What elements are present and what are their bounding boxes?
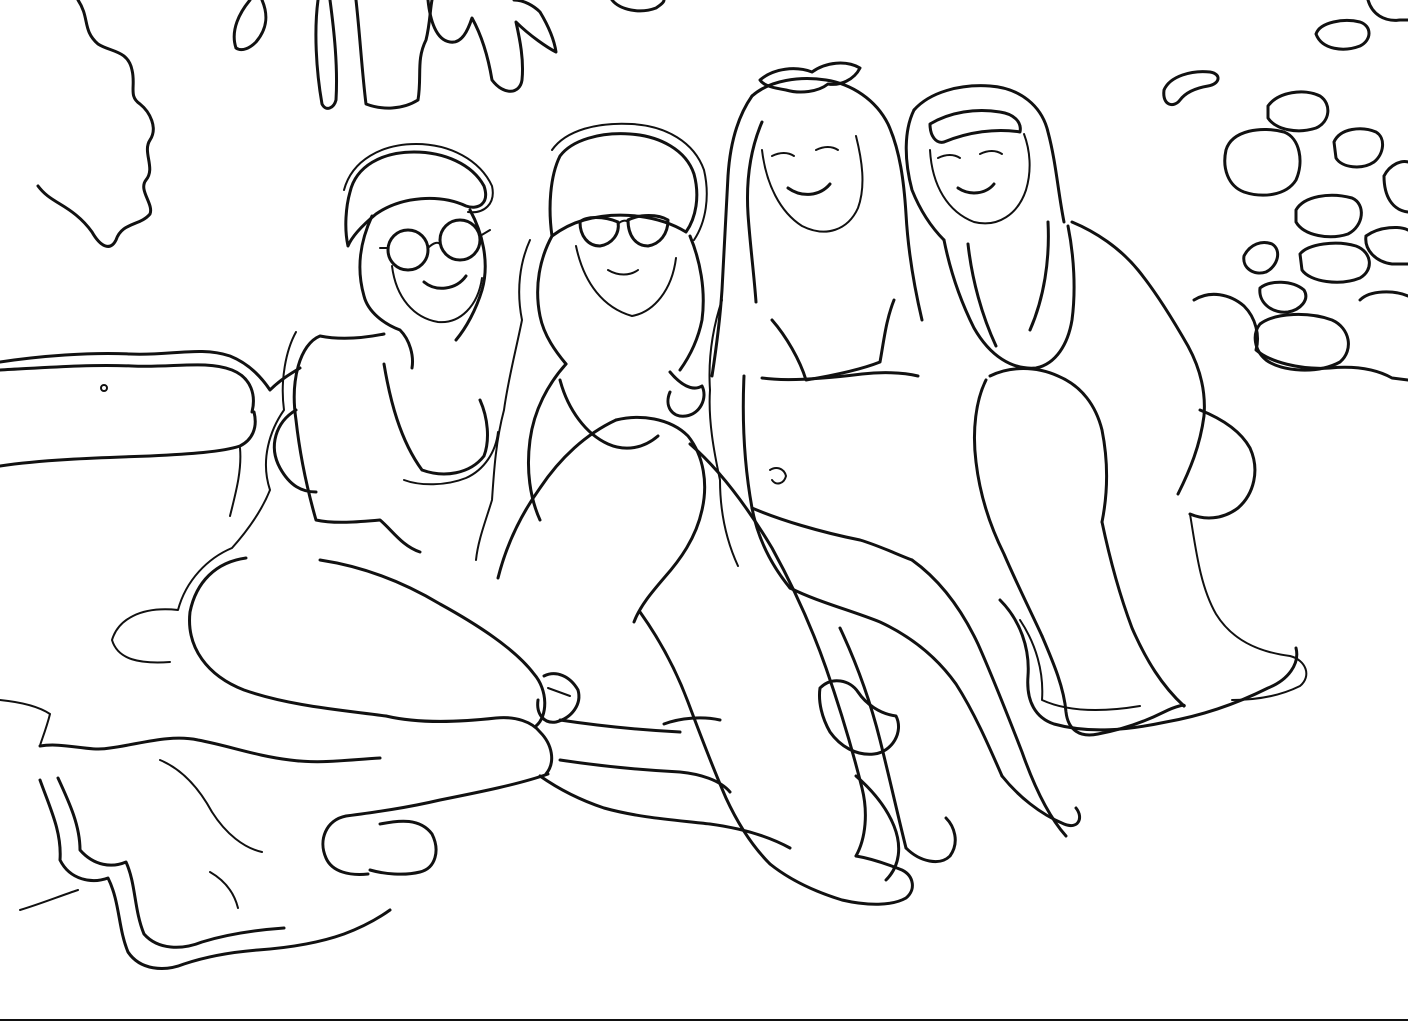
person-4-eye-right xyxy=(979,150,1003,155)
person-1-swimsuit xyxy=(382,362,489,476)
person-4-torso xyxy=(942,224,1076,370)
person-3-hair-inner xyxy=(746,120,764,304)
towel-left xyxy=(38,736,382,764)
trunk-5 xyxy=(610,0,666,13)
trunk-2 xyxy=(314,0,339,110)
person-3-eye-right xyxy=(815,146,839,151)
person-2-ankle-band xyxy=(662,716,722,726)
person-3-eye-left xyxy=(771,152,795,157)
person-3-face xyxy=(761,135,864,233)
person-1-foot xyxy=(368,819,438,876)
towel-fold-2 xyxy=(209,871,239,909)
foliage-right-edge xyxy=(1366,0,1408,22)
stone-1 xyxy=(1314,19,1371,51)
stone-13 xyxy=(1358,290,1408,302)
person-4-swimsuit-strap xyxy=(966,220,1050,348)
person-1-smile xyxy=(422,274,468,290)
person-1-torso xyxy=(292,332,422,554)
sunglasses-bridge xyxy=(617,219,629,225)
rock-crack xyxy=(229,447,242,517)
towel-center-lower xyxy=(538,774,792,850)
person-1-leg-top xyxy=(318,558,547,728)
person-2-shin-inner xyxy=(638,610,772,866)
person-3-feet xyxy=(904,774,1081,864)
rock-ledge-left-inner xyxy=(0,363,255,414)
person-3-bikini-top xyxy=(770,298,896,382)
trunk-1 xyxy=(232,0,268,52)
towel-edge-left xyxy=(0,699,79,911)
person-4-foot xyxy=(1040,634,1186,737)
person-3-hair-left xyxy=(710,94,754,378)
towel-right-inner xyxy=(1019,619,1141,711)
line-art-illustration xyxy=(0,0,1408,1021)
coloring-page xyxy=(0,0,1408,1024)
stone-5 xyxy=(1332,127,1384,169)
round-glasses-left-lens xyxy=(386,228,430,272)
sunglasses-lens-left xyxy=(578,216,620,248)
trunk-3 xyxy=(354,0,434,110)
person-2-hair-left xyxy=(536,234,568,366)
person-1-hat-halo xyxy=(343,143,494,214)
towel-right xyxy=(998,598,1299,732)
stone-11 xyxy=(1364,226,1408,266)
stone-9 xyxy=(1298,241,1371,284)
person-1-leg-upper xyxy=(188,556,388,718)
person-4-smile xyxy=(956,182,996,195)
stone-3 xyxy=(1266,90,1330,133)
person-1-hair-right xyxy=(454,208,487,342)
round-glasses-right-lens xyxy=(438,218,482,262)
person-4-headband xyxy=(928,109,1022,144)
person-4-knee xyxy=(988,367,1108,524)
trunk-4 xyxy=(426,0,558,93)
person-1-sandal-strap xyxy=(547,687,571,697)
person-3-smile xyxy=(786,182,832,196)
person-4-eye-left xyxy=(937,154,961,159)
person-3-halo xyxy=(708,299,739,567)
stone-7 xyxy=(1294,193,1363,239)
person-2-face xyxy=(575,245,677,317)
person-2-arm xyxy=(666,370,706,418)
person-4-back xyxy=(1070,220,1206,496)
stone-4 xyxy=(1223,128,1302,197)
person-1-knee xyxy=(384,714,554,776)
person-2-hair-right xyxy=(678,234,705,372)
person-2-halo xyxy=(475,239,531,561)
person-2-thigh xyxy=(496,418,618,580)
foliage-left xyxy=(36,0,155,248)
towel-left-inner xyxy=(56,776,286,949)
rock-dot xyxy=(100,384,108,392)
towel-center xyxy=(558,718,732,794)
person-1-face xyxy=(391,265,483,324)
person-2-swimsuit xyxy=(558,378,660,450)
person-2-smile xyxy=(607,269,639,276)
person-3-navel xyxy=(769,467,787,485)
person-1-halo xyxy=(111,331,297,664)
stone-10 xyxy=(1258,280,1308,314)
person-4-hair-left xyxy=(904,108,946,242)
person-2-foot xyxy=(768,854,914,906)
stone-6 xyxy=(1382,160,1408,214)
person-2-shin xyxy=(688,442,867,858)
rock-under-person-3 xyxy=(818,679,900,756)
person-1-hair-left xyxy=(358,214,414,370)
person-4-face xyxy=(929,133,1031,225)
stone-12 xyxy=(1253,312,1350,372)
person-4-hair xyxy=(912,84,1066,224)
rock-ledge-left-bottom xyxy=(0,410,257,468)
person-4-leg xyxy=(973,378,1044,638)
person-3-thigh xyxy=(788,586,1004,778)
stone-8 xyxy=(1242,241,1280,275)
stone-2 xyxy=(1162,70,1220,107)
person-4-hip xyxy=(1188,408,1257,520)
rock-ledge-left-top xyxy=(0,349,302,392)
person-4-shin xyxy=(1100,520,1186,708)
towel-fold-1 xyxy=(159,759,263,853)
